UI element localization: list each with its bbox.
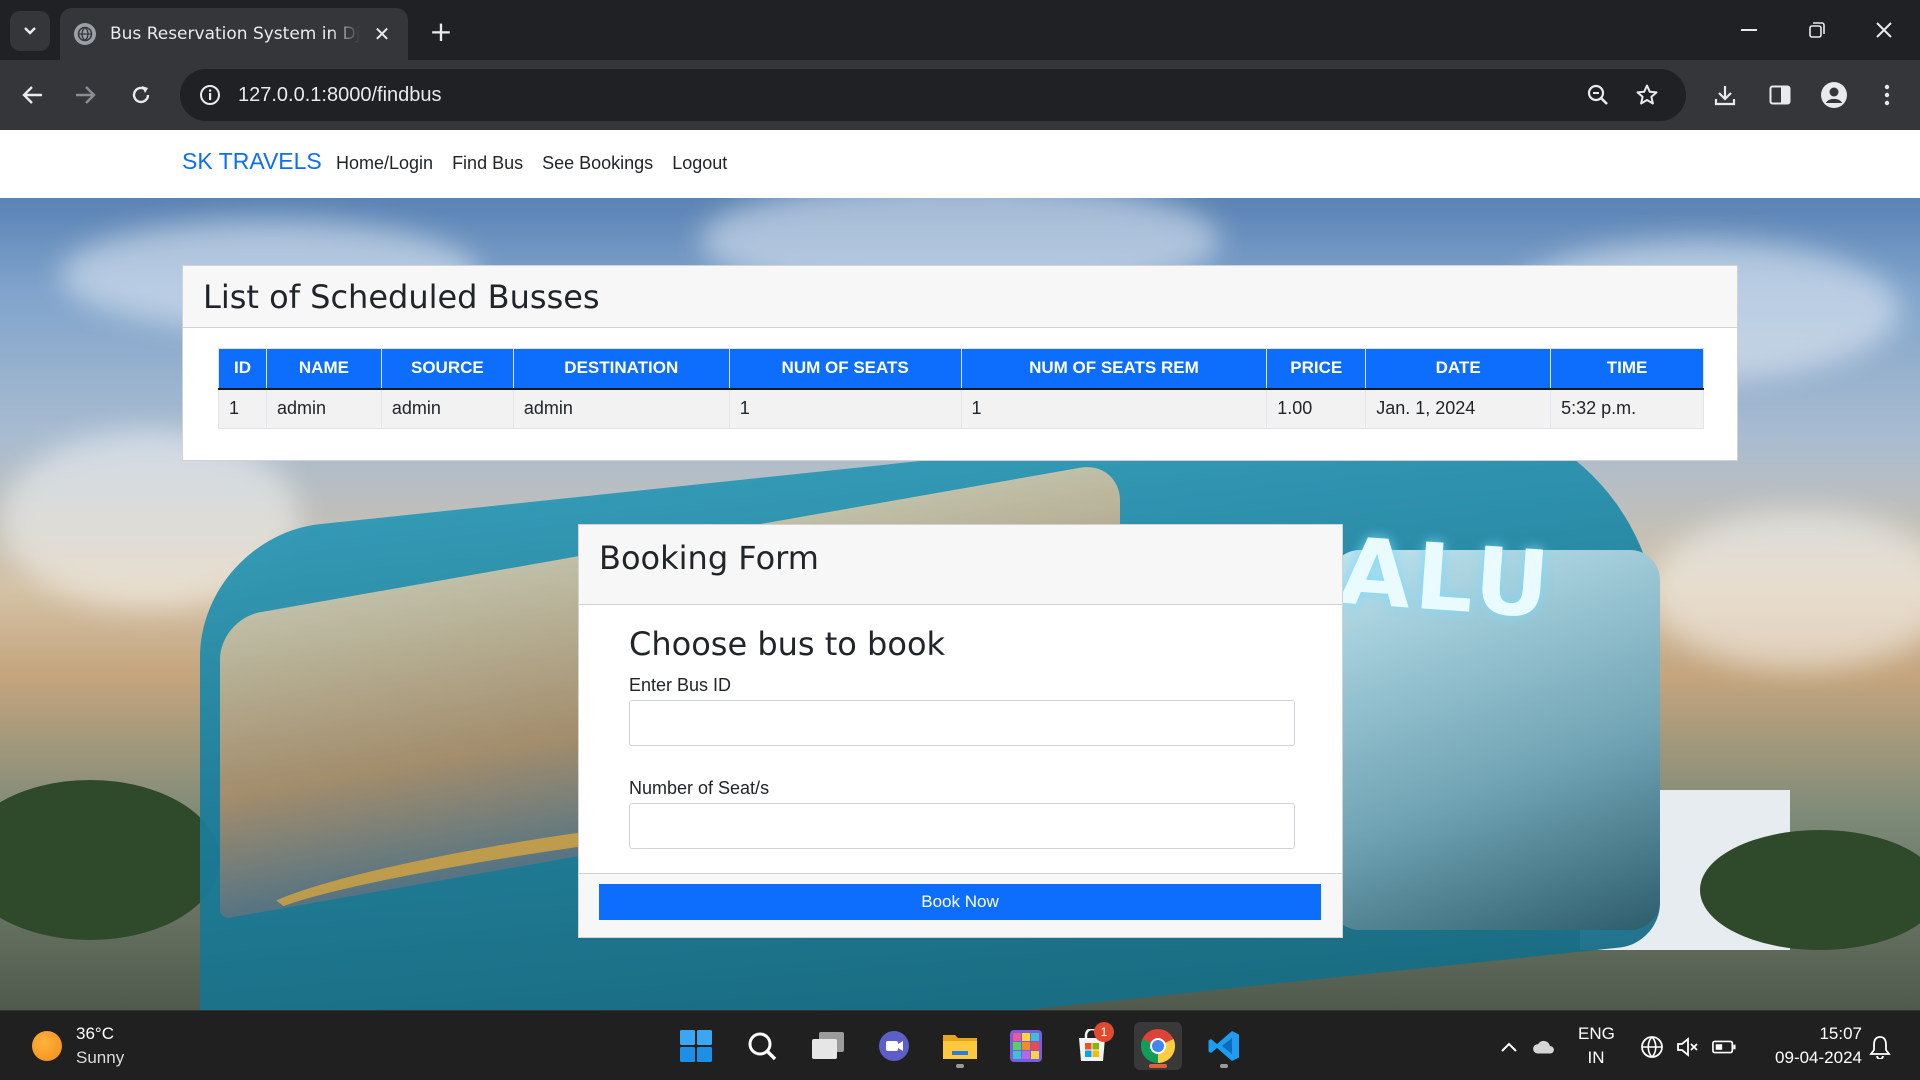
bus-id-label: Enter Bus ID bbox=[629, 675, 732, 695]
col-header-name: NAME bbox=[265, 348, 382, 390]
battery-icon[interactable] bbox=[1712, 1035, 1736, 1059]
show-hidden-icons-chevron-icon[interactable] bbox=[1497, 1035, 1521, 1059]
store-notification-badge: 1 bbox=[1094, 1022, 1114, 1042]
profile-icon[interactable] bbox=[1815, 76, 1853, 114]
url-text: 127.0.0.1:8000/findbus bbox=[238, 83, 442, 106]
nav-see-bookings[interactable]: See Bookings bbox=[542, 153, 653, 174]
notification-bell-icon[interactable] bbox=[1868, 1035, 1892, 1059]
table-header-row: ID NAME SOURCE DESTINATION NUM OF SEATS … bbox=[218, 348, 1704, 390]
bus-list-title: List of Scheduled Busses bbox=[183, 266, 1737, 328]
network-globe-icon[interactable] bbox=[1640, 1035, 1664, 1059]
booking-form-footer: Book Now bbox=[579, 873, 1342, 937]
os-taskbar: 36°C Sunny 1 ENG IN 15:07 09-04-2024 bbox=[0, 1010, 1920, 1080]
meet-chat-icon[interactable] bbox=[870, 1022, 918, 1070]
booking-form-title: Booking Form bbox=[579, 525, 1342, 605]
forward-icon[interactable] bbox=[66, 76, 104, 114]
booking-form-body: Choose bus to book Enter Bus ID Number o… bbox=[629, 625, 1295, 881]
cell-source: admin bbox=[380, 388, 514, 429]
book-now-button[interactable]: Book Now bbox=[599, 884, 1321, 920]
tab-search-button[interactable] bbox=[10, 11, 50, 51]
file-explorer-icon[interactable] bbox=[936, 1022, 984, 1070]
page-viewport: ALU SK TRAVELS Home/Login Find Bus See B… bbox=[0, 130, 1920, 1010]
cell-destination: admin bbox=[512, 388, 730, 429]
nav-links: Home/Login Find Bus See Bookings Logout bbox=[336, 153, 746, 174]
col-header-seats-rem: NUM OF SEATS REM bbox=[960, 348, 1268, 390]
col-header-price: PRICE bbox=[1266, 348, 1367, 390]
browser-tab-bar: Bus Reservation System in Django ✕ + bbox=[0, 0, 1920, 60]
browser-tab[interactable]: Bus Reservation System in Django ✕ bbox=[60, 8, 408, 60]
site-navbar: SK TRAVELS Home/Login Find Bus See Booki… bbox=[0, 130, 1920, 198]
bookmark-star-icon[interactable] bbox=[1629, 77, 1665, 113]
col-header-id: ID bbox=[218, 348, 267, 390]
seats-label: Number of Seat/s bbox=[629, 778, 770, 798]
menu-kebab-icon[interactable] bbox=[1868, 76, 1906, 114]
restore-icon[interactable] bbox=[1795, 10, 1839, 50]
onedrive-cloud-icon[interactable] bbox=[1532, 1035, 1556, 1059]
address-bar[interactable]: 127.0.0.1:8000/findbus bbox=[180, 69, 1686, 121]
close-tab-icon[interactable]: ✕ bbox=[370, 22, 394, 46]
close-window-icon[interactable] bbox=[1862, 10, 1906, 50]
cell-id: 1 bbox=[218, 388, 267, 429]
cell-date: Jan. 1, 2024 bbox=[1365, 388, 1552, 429]
col-header-num-seats: NUM OF SEATS bbox=[728, 348, 962, 390]
chrome-icon[interactable] bbox=[1134, 1022, 1182, 1070]
col-header-source: SOURCE bbox=[380, 348, 514, 390]
bus-table: ID NAME SOURCE DESTINATION NUM OF SEATS … bbox=[218, 348, 1704, 429]
table-row: 1 admin admin admin 1 1 1.00 Jan. 1, 202… bbox=[218, 388, 1704, 429]
nav-logout[interactable]: Logout bbox=[672, 153, 727, 174]
bus-id-input[interactable] bbox=[629, 700, 1295, 746]
chevron-down-icon bbox=[24, 27, 36, 35]
vscode-icon[interactable] bbox=[1200, 1022, 1248, 1070]
reload-icon[interactable] bbox=[122, 76, 160, 114]
site-brand-link[interactable]: SK TRAVELS bbox=[182, 148, 322, 175]
form-heading: Choose bus to book bbox=[629, 625, 946, 663]
download-icon[interactable] bbox=[1706, 76, 1744, 114]
clock-date[interactable]: 09-04-2024 bbox=[1754, 1048, 1862, 1068]
side-panel-icon[interactable] bbox=[1761, 76, 1799, 114]
weather-temperature[interactable]: 36°C bbox=[76, 1024, 114, 1044]
language-indicator-bottom[interactable]: IN bbox=[1578, 1048, 1614, 1068]
globe-icon bbox=[74, 23, 96, 45]
booking-form-card: Booking Form Choose bus to book Enter Bu… bbox=[578, 524, 1343, 938]
task-view-icon[interactable] bbox=[804, 1022, 852, 1070]
nav-home-login[interactable]: Home/Login bbox=[336, 153, 433, 174]
sun-weather-icon[interactable] bbox=[32, 1031, 62, 1061]
search-icon[interactable] bbox=[738, 1022, 786, 1070]
windows-start-icon[interactable] bbox=[672, 1022, 720, 1070]
col-header-destination: DESTINATION bbox=[512, 348, 730, 390]
clock-time[interactable]: 15:07 bbox=[1754, 1024, 1862, 1044]
col-header-date: DATE bbox=[1365, 348, 1552, 390]
cell-num-seats: 1 bbox=[728, 388, 962, 429]
volume-muted-icon[interactable] bbox=[1676, 1035, 1700, 1059]
photos-app-icon[interactable] bbox=[1002, 1022, 1050, 1070]
back-icon[interactable] bbox=[14, 76, 52, 114]
tab-title: Bus Reservation System in Django bbox=[110, 24, 360, 44]
bus-list-card: List of Scheduled Busses ID NAME SOURCE … bbox=[182, 265, 1738, 461]
cell-seats-rem: 1 bbox=[960, 388, 1268, 429]
col-header-time: TIME bbox=[1550, 348, 1704, 390]
cell-time: 5:32 p.m. bbox=[1550, 388, 1704, 429]
nav-find-bus[interactable]: Find Bus bbox=[452, 153, 523, 174]
cell-name: admin bbox=[265, 388, 382, 429]
cell-price: 1.00 bbox=[1266, 388, 1367, 429]
new-tab-button[interactable]: + bbox=[424, 14, 458, 48]
seats-input[interactable] bbox=[629, 803, 1295, 849]
site-info-icon[interactable] bbox=[184, 69, 236, 121]
language-indicator-top[interactable]: ENG bbox=[1578, 1024, 1615, 1044]
microsoft-store-icon[interactable]: 1 bbox=[1068, 1022, 1116, 1070]
browser-toolbar: 127.0.0.1:8000/findbus bbox=[0, 60, 1920, 130]
weather-condition[interactable]: Sunny bbox=[76, 1048, 124, 1068]
bus-logo-text: ALU bbox=[1336, 517, 1557, 640]
minimize-icon[interactable] bbox=[1727, 10, 1771, 50]
zoom-icon[interactable] bbox=[1580, 77, 1616, 113]
